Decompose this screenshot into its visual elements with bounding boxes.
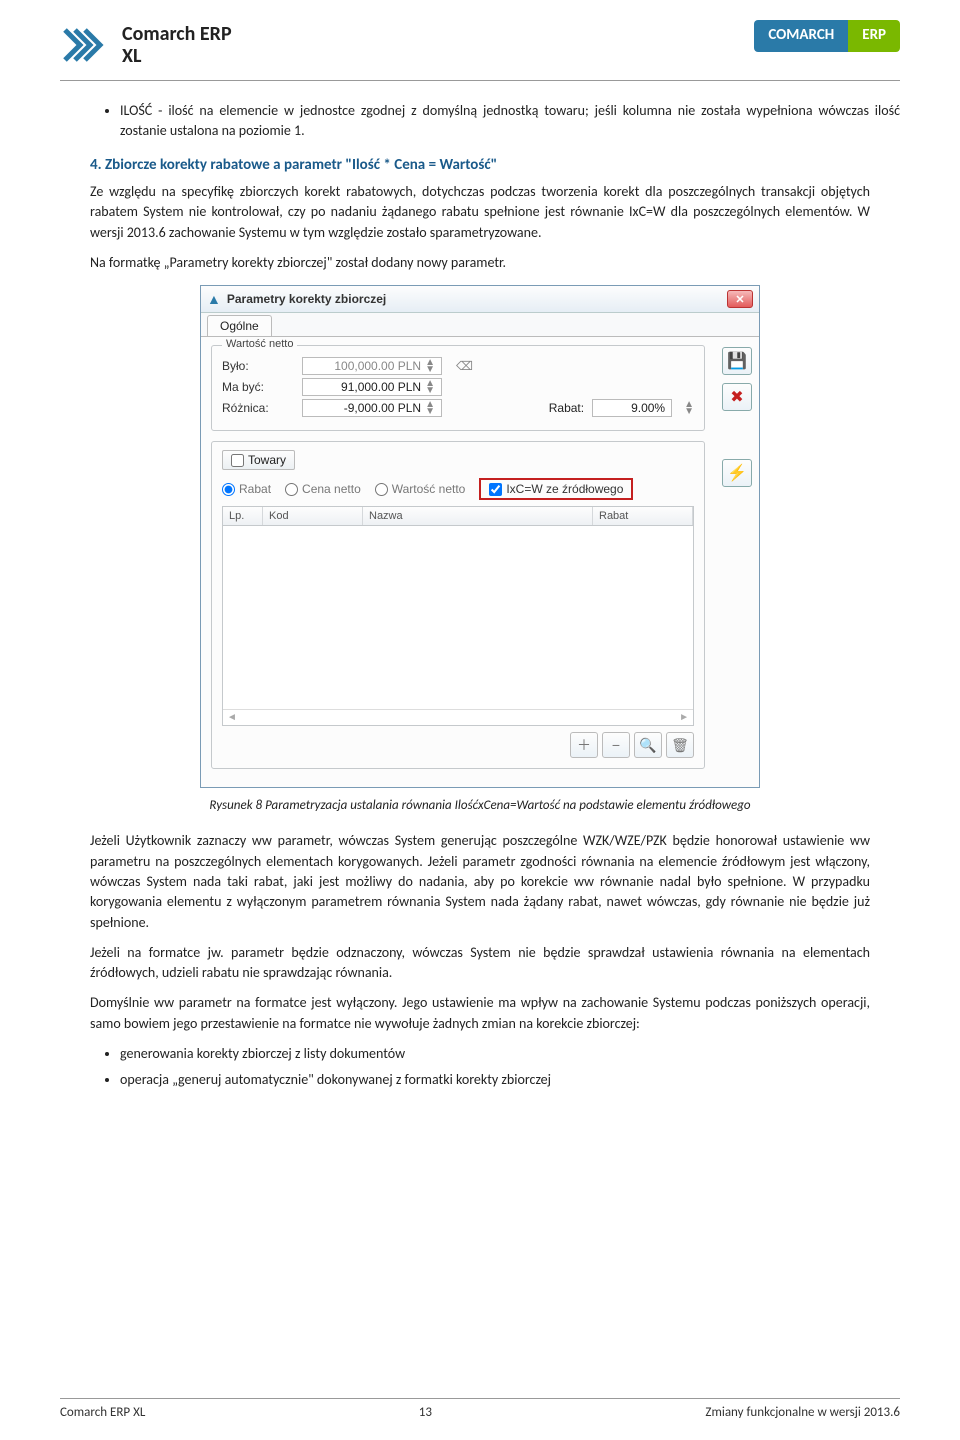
table-scrollbar[interactable]: ◄► xyxy=(223,709,693,725)
footer-left: Comarch ERP XL xyxy=(60,1405,145,1420)
add-button[interactable]: ＋ xyxy=(570,732,598,758)
label-mabyc: Ma być: xyxy=(222,380,292,394)
top-bullet-list: ILOŚĆ - ilość na elemencie w jednostce z… xyxy=(120,101,900,140)
field-bylo: 100,000.00 PLN ▲▼ xyxy=(302,357,442,375)
dialog-window: ▲ Parametry korekty zbiorczej ✕ Ogólne W… xyxy=(200,285,760,788)
th-kod: Kod xyxy=(263,507,363,525)
dialog-tabbar: Ogólne xyxy=(201,313,759,336)
remove-button[interactable]: − xyxy=(602,732,630,758)
cancel-button[interactable]: ✖ xyxy=(722,383,752,411)
close-button[interactable]: ✕ xyxy=(727,290,753,308)
label-roznica: Różnica: xyxy=(222,401,292,415)
value-rabat: 9.00% xyxy=(631,401,665,415)
brand-line1: Comarch ERP xyxy=(122,23,232,45)
towary-button[interactable]: Towary xyxy=(222,450,295,470)
radio-cena-input[interactable] xyxy=(285,483,298,496)
towary-label: Towary xyxy=(248,453,286,467)
dialog-figure: ▲ Parametry korekty zbiorczej ✕ Ogólne W… xyxy=(60,285,900,788)
spinner-icon[interactable]: ▲▼ xyxy=(425,401,435,415)
footer-page-number: 13 xyxy=(419,1405,432,1420)
footer-right: Zmiany funkcjonalne w wersji 2013.6 xyxy=(705,1405,900,1420)
spinner-icon[interactable]: ▲▼ xyxy=(425,380,435,394)
highlighted-checkbox-ixc: IxC=W ze źródłowego xyxy=(479,478,633,500)
group-towary: Towary Rabat Cena netto xyxy=(211,441,705,769)
spinner-icon[interactable]: ▲▼ xyxy=(684,401,694,415)
paragraph-1: Ze względu na specyfikę zbiorczych korek… xyxy=(90,182,870,243)
radio-cena-netto[interactable]: Cena netto xyxy=(285,482,361,496)
delete-button[interactable]: 🗑 xyxy=(666,732,694,758)
badge-comarch: COMARCH xyxy=(754,20,848,52)
radio-wartosc-input[interactable] xyxy=(375,483,388,496)
radio-rabat[interactable]: Rabat xyxy=(222,482,271,496)
eraser-icon[interactable]: ⌫ xyxy=(456,359,473,373)
comarch-logo-icon xyxy=(60,20,110,70)
th-lp: Lp. xyxy=(223,507,263,525)
bullet-operacja-generuj: operacja „generuj automatycznie" dokonyw… xyxy=(120,1070,900,1090)
value-roznica: -9,000.00 PLN xyxy=(344,401,421,415)
field-roznica[interactable]: -9,000.00 PLN ▲▼ xyxy=(302,399,442,417)
radio-rabat-input[interactable] xyxy=(222,483,235,496)
brand-line2: XL xyxy=(122,45,232,67)
execute-button[interactable]: ⚡ xyxy=(722,459,752,487)
save-button[interactable]: 💾 xyxy=(722,347,752,375)
bottom-bullet-list: generowania korekty zbiorczej z listy do… xyxy=(120,1044,900,1089)
section-heading: 4. Zbiorcze korekty rabatowe a parametr … xyxy=(90,156,900,174)
checkbox-ixc[interactable] xyxy=(489,483,502,496)
table-header: Lp. Kod Nazwa Rabat xyxy=(222,506,694,526)
paragraph-5: Domyślnie ww parametr na formatce jest w… xyxy=(90,993,870,1034)
th-rabat: Rabat xyxy=(593,507,693,525)
paragraph-4: Jeżeli na formatce jw. parametr będzie o… xyxy=(90,943,870,984)
group-legend-netto: Wartość netto xyxy=(222,338,297,350)
label-rabat: Rabat: xyxy=(549,401,584,415)
page-header: Comarch ERP XL COMARCH ERP xyxy=(60,20,900,81)
spinner-icon: ▲▼ xyxy=(425,359,435,373)
group-wartosc-netto: Wartość netto Było: 100,000.00 PLN ▲▼ ⌫ … xyxy=(211,345,705,431)
table-body-empty: ◄► xyxy=(222,526,694,726)
value-bylo: 100,000.00 PLN xyxy=(334,359,421,373)
app-icon: ▲ xyxy=(207,291,221,307)
label-bylo: Było: xyxy=(222,359,292,373)
dialog-sidebar: 💾 ✖ ⚡ xyxy=(715,337,759,787)
tab-ogolne[interactable]: Ogólne xyxy=(207,315,272,336)
bullet-ilosc: ILOŚĆ - ilość na elemencie w jednostce z… xyxy=(120,101,900,140)
field-rabat[interactable]: 9.00% xyxy=(592,399,672,417)
th-nazwa: Nazwa xyxy=(363,507,593,525)
towary-checkbox[interactable] xyxy=(231,454,244,467)
brand-text: Comarch ERP XL xyxy=(122,23,232,67)
bullet-gen-korekty: generowania korekty zbiorczej z listy do… xyxy=(120,1044,900,1064)
radio-wartosc-netto[interactable]: Wartość netto xyxy=(375,482,466,496)
label-ixc: IxC=W ze źródłowego xyxy=(506,482,623,496)
brand-block: Comarch ERP XL xyxy=(60,20,232,70)
dialog-body: Wartość netto Było: 100,000.00 PLN ▲▼ ⌫ … xyxy=(201,336,759,787)
badge-erp: ERP xyxy=(848,20,900,52)
page-footer: Comarch ERP XL 13 Zmiany funkcjonalne w … xyxy=(60,1398,900,1420)
search-button[interactable]: 🔍 xyxy=(634,732,662,758)
table-toolbar: ＋ − 🔍 🗑 xyxy=(222,732,694,758)
dialog-title: Parametry korekty zbiorczej xyxy=(227,292,386,306)
dialog-titlebar: ▲ Parametry korekty zbiorczej ✕ xyxy=(201,286,759,313)
paragraph-3: Jeżeli Użytkownik zaznaczy ww parametr, … xyxy=(90,831,870,932)
paragraph-2: Na formatkę „Parametry korekty zbiorczej… xyxy=(90,253,870,273)
value-mabyc: 91,000.00 PLN xyxy=(341,380,421,394)
field-mabyc[interactable]: 91,000.00 PLN ▲▼ xyxy=(302,378,442,396)
figure-caption: Rysunek 8 Parametryzacja ustalania równa… xyxy=(90,798,870,813)
erp-badge: COMARCH ERP xyxy=(754,20,900,52)
